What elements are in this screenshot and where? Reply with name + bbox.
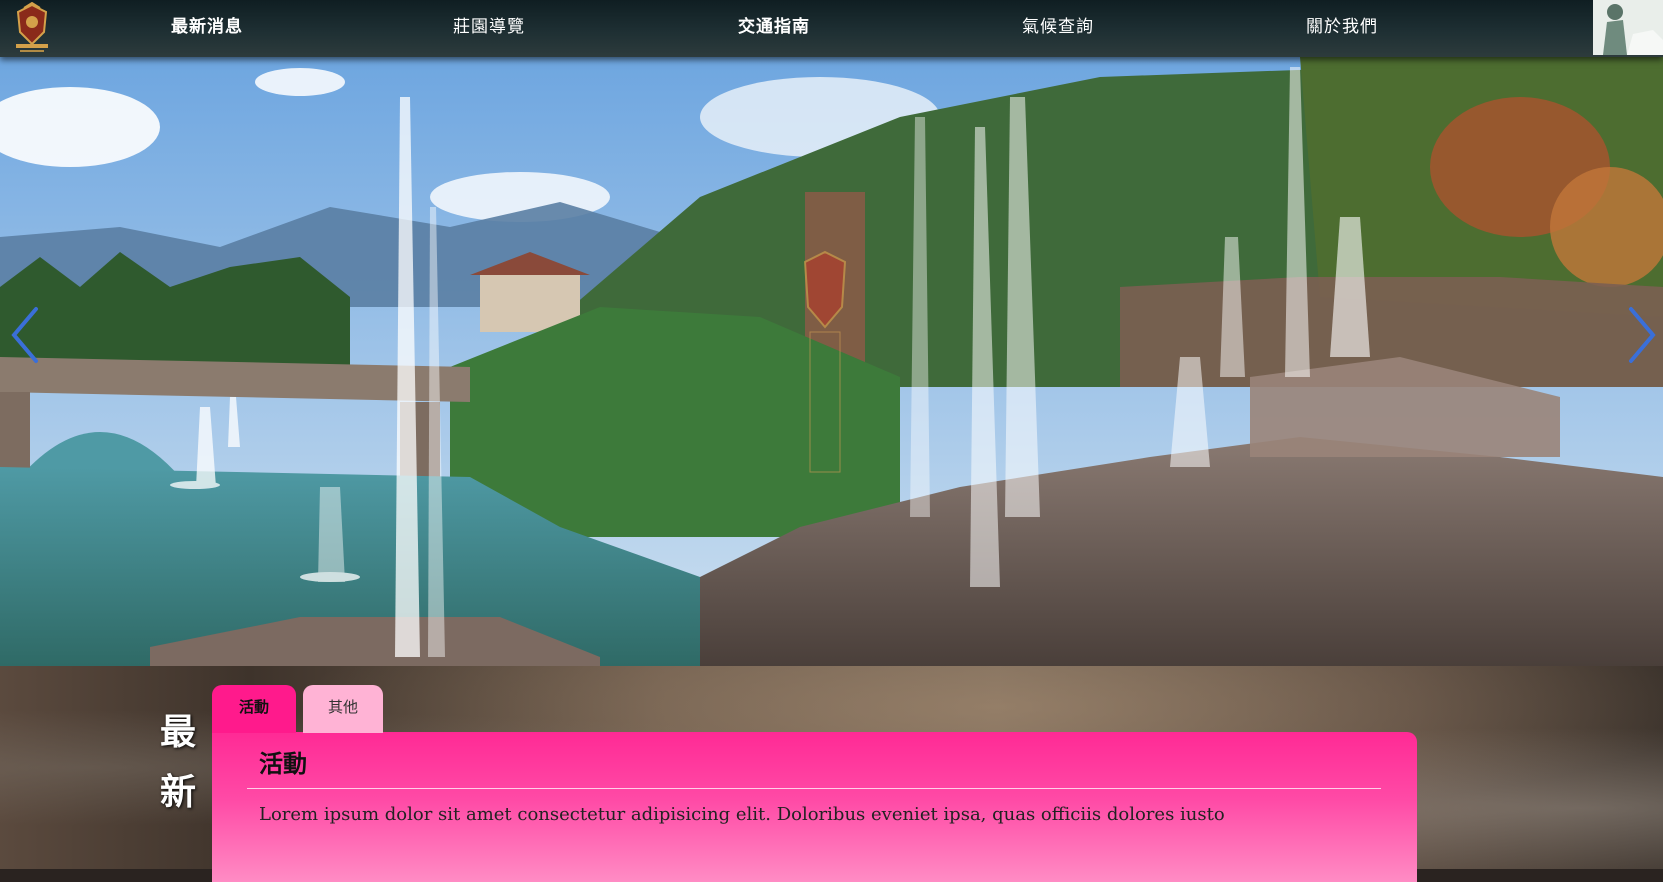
tab-events[interactable]: 活動 (212, 685, 296, 733)
chevron-left-icon (11, 307, 38, 363)
news-heading-char-1: 最 (160, 711, 197, 753)
chevron-right-icon (1629, 307, 1656, 363)
hero-carousel (0, 57, 1663, 666)
top-nav-bar: 最新消息 莊園導覽 交通指南 氣候查詢 關於我們 (0, 0, 1663, 57)
panel-body-text: Lorem ipsum dolor sit amet consectetur a… (259, 804, 1225, 825)
fountain-landscape-image (0, 57, 1663, 666)
carousel-prev-button[interactable] (8, 305, 42, 365)
news-heading-char-2: 新 (160, 771, 197, 813)
panel-divider (247, 788, 1381, 789)
nav-item-latest-news[interactable]: 最新消息 (171, 13, 243, 41)
nav-item-about-us[interactable]: 關於我們 (1306, 13, 1378, 41)
panel-title: 活動 (259, 749, 307, 778)
nav-item-transport-guide[interactable]: 交通指南 (738, 13, 810, 41)
statue-thumbnail[interactable] (1593, 0, 1663, 55)
nav-item-weather[interactable]: 氣候查詢 (1022, 13, 1094, 41)
statue-image-icon (1593, 0, 1663, 55)
site-logo[interactable] (10, 1, 54, 54)
crest-logo-icon (16, 1, 48, 52)
news-section-heading: 最 新 (160, 702, 200, 822)
news-panel: 活動 Lorem ipsum dolor sit amet consectetu… (212, 732, 1417, 882)
tab-other[interactable]: 其他 (303, 685, 383, 733)
carousel-next-button[interactable] (1625, 305, 1659, 365)
nav-item-estate-tour[interactable]: 莊園導覽 (453, 13, 525, 41)
